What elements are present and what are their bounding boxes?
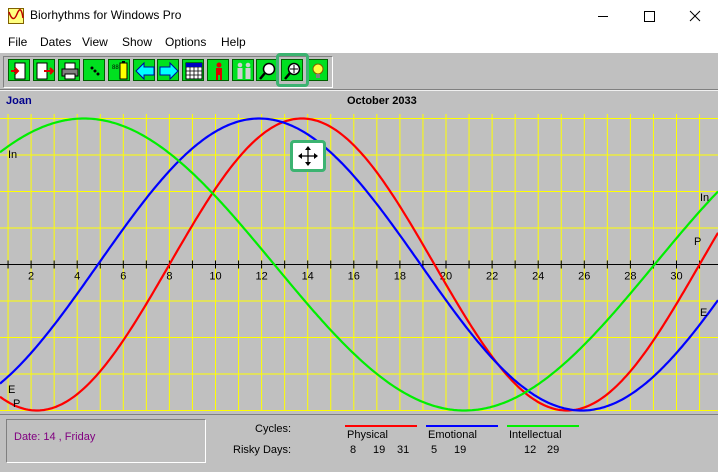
risky-physical-1: 8 <box>350 444 357 456</box>
x-tick-label-2: 2 <box>28 271 34 283</box>
legend-physical: Physical <box>347 429 388 441</box>
app-icon <box>8 8 24 24</box>
toolbar: 88 <box>0 52 718 90</box>
x-tick-label-6: 6 <box>120 271 126 283</box>
chart-area[interactable]: 2 4 6 8 10 12 14 16 18 20 22 24 26 28 30 In E P In P E Joan … <box>0 91 718 414</box>
hint-button[interactable] <box>306 59 328 81</box>
curve-label-physical-right: P <box>694 236 701 248</box>
close-button[interactable] <box>672 0 718 32</box>
curve-label-emotional-left: E <box>8 384 15 396</box>
dice-button[interactable] <box>83 59 105 81</box>
legend-emotional: Emotional <box>428 429 477 441</box>
menu-bar: File Dates View Show Options Help <box>0 32 718 52</box>
menu-options[interactable]: Options <box>165 35 206 49</box>
menu-dates[interactable]: Dates <box>40 35 71 49</box>
calendar-grid-icon <box>185 62 203 80</box>
door-enter-icon <box>36 62 55 80</box>
person-button[interactable] <box>207 59 229 81</box>
move-arrows-icon <box>298 146 318 166</box>
prev-month-button[interactable] <box>133 59 155 81</box>
legend-intellectual-line <box>507 425 579 427</box>
printer-icon <box>61 62 79 80</box>
x-tick-label-30: 30 <box>670 271 682 283</box>
risky-intellectual-1: 12 <box>524 444 537 456</box>
x-tick-label-28: 28 <box>624 271 636 283</box>
menu-help[interactable]: Help <box>221 35 246 49</box>
x-tick-label-24: 24 <box>532 271 544 283</box>
active-tool-highlight <box>276 53 309 87</box>
x-tick-label-16: 16 <box>348 271 360 283</box>
menu-show[interactable]: Show <box>122 35 152 49</box>
x-tick-label-10: 10 <box>209 271 221 283</box>
risky-emotional-2: 19 <box>454 444 467 456</box>
person-icon <box>216 62 222 80</box>
minimize-icon <box>598 16 608 17</box>
curve-label-emotional-right: E <box>700 307 707 319</box>
curve-label-intellectual-right: In <box>700 192 709 204</box>
battery-button[interactable]: 88 <box>108 59 130 81</box>
legend-physical-line <box>345 425 417 427</box>
risky-emotional-1: 5 <box>431 444 438 456</box>
close-icon <box>689 10 701 22</box>
x-tick-label-8: 8 <box>166 271 172 283</box>
risky-physical-2: 19 <box>373 444 386 456</box>
people-icon <box>237 62 251 79</box>
x-tick-label-18: 18 <box>394 271 406 283</box>
month-title: October 2033 <box>347 95 417 107</box>
battery-icon: 88 <box>112 61 128 80</box>
person-name: Joan <box>6 95 32 107</box>
door-exit-icon <box>11 62 26 80</box>
svg-text:88: 88 <box>112 65 119 71</box>
arrow-right-icon <box>159 61 179 81</box>
minimize-button[interactable] <box>580 0 626 32</box>
compatibility-button[interactable] <box>232 59 254 81</box>
zoom-button[interactable] <box>256 59 278 81</box>
legend-intellectual: Intellectual <box>509 429 562 441</box>
risky-physical-3: 31 <box>397 444 410 456</box>
maximize-icon <box>644 11 655 22</box>
menu-file[interactable]: File <box>8 35 27 49</box>
x-tick-label-4: 4 <box>74 271 80 283</box>
x-tick-label-22: 22 <box>486 271 498 283</box>
next-month-button[interactable] <box>157 59 179 81</box>
legend-emotional-line <box>426 425 498 427</box>
risky-days-label: Risky Days: <box>233 444 292 456</box>
title-bar: Biorhythms for Windows Pro <box>0 0 718 32</box>
x-tick-label-26: 26 <box>578 271 590 283</box>
lightbulb-icon <box>312 63 324 78</box>
dice-icon <box>90 66 100 76</box>
menu-view[interactable]: View <box>82 35 108 49</box>
move-cursor <box>290 140 326 172</box>
maximize-button[interactable] <box>626 0 672 32</box>
curve-label-intellectual-left: In <box>8 149 17 161</box>
curve-label-physical-left: P <box>13 398 20 410</box>
arrow-left-icon <box>135 61 155 81</box>
exit-button[interactable] <box>8 59 30 81</box>
print-button[interactable] <box>58 59 80 81</box>
biorhythm-chart[interactable]: 2 4 6 8 10 12 14 16 18 20 22 24 26 28 30InEPInPE <box>0 91 718 414</box>
risky-intellectual-2: 29 <box>547 444 560 456</box>
calendar-button[interactable] <box>182 59 204 81</box>
cycles-label: Cycles: <box>255 423 292 435</box>
x-tick-label-12: 12 <box>255 271 267 283</box>
status-panel: Date: 14 , Friday Cycles: Risky Days: Ph… <box>0 414 718 472</box>
selected-date: Date: 14 , Friday <box>14 431 96 443</box>
date-box: Date: 14 , Friday <box>6 419 206 463</box>
x-tick-label-14: 14 <box>302 271 314 283</box>
window-title: Biorhythms for Windows Pro <box>30 8 182 22</box>
open-button[interactable] <box>33 59 55 81</box>
